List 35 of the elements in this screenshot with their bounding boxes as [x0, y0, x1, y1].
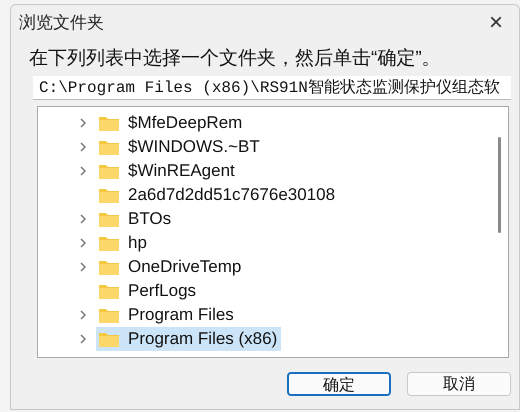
chevron-right-icon[interactable] [79, 237, 87, 249]
path-field[interactable]: C:\Program Files (x86)\RS91N智能状态监测保护仪组态软 [33, 76, 511, 100]
folder-icon [98, 282, 120, 300]
dialog-button[interactable]: 取消 [407, 372, 511, 396]
chevron-right-icon[interactable] [79, 165, 87, 177]
scrollbar-thumb[interactable] [498, 137, 500, 233]
tree-item[interactable]: $MfeDeepRem [96, 111, 246, 135]
tree-item[interactable]: Program Files (x86) [96, 327, 282, 351]
dialog-button[interactable]: 确定 [287, 372, 391, 396]
tree-item[interactable]: OneDriveTemp [96, 255, 246, 279]
tree-item[interactable]: $WINDOWS.~BT [96, 135, 264, 159]
chevron-right-icon[interactable] [79, 213, 87, 225]
tree-item[interactable]: $WinREAgent [96, 159, 239, 183]
folder-icon [98, 138, 120, 156]
chevron-right-icon[interactable] [79, 141, 87, 153]
folder-icon [98, 186, 120, 204]
chevron-right-icon[interactable] [79, 261, 87, 273]
chevron-right-icon[interactable] [79, 333, 87, 345]
folder-icon [98, 210, 120, 228]
folder-icon [98, 114, 120, 132]
tree-item[interactable]: Program Files [96, 303, 238, 327]
folder-icon [98, 258, 120, 276]
tree-item[interactable]: hp [96, 231, 151, 255]
chevron-right-icon[interactable] [79, 309, 87, 321]
folder-icon [98, 306, 120, 324]
tree-item[interactable]: 2a6d7d2dd51c7676e30108 [96, 183, 340, 207]
instruction-text: 在下列列表中选择一个文件夹，然后单击“确定”。 [29, 48, 441, 69]
tree-item[interactable]: BTOs [96, 207, 176, 231]
close-button[interactable]: × [484, 11, 507, 35]
window-title: 浏览文件夹 [19, 12, 104, 34]
folder-icon [98, 162, 120, 180]
folder-icon [98, 330, 120, 348]
chevron-right-icon[interactable] [79, 117, 87, 129]
folder-icon [98, 234, 120, 252]
tree-item[interactable]: PerfLogs [96, 279, 200, 303]
